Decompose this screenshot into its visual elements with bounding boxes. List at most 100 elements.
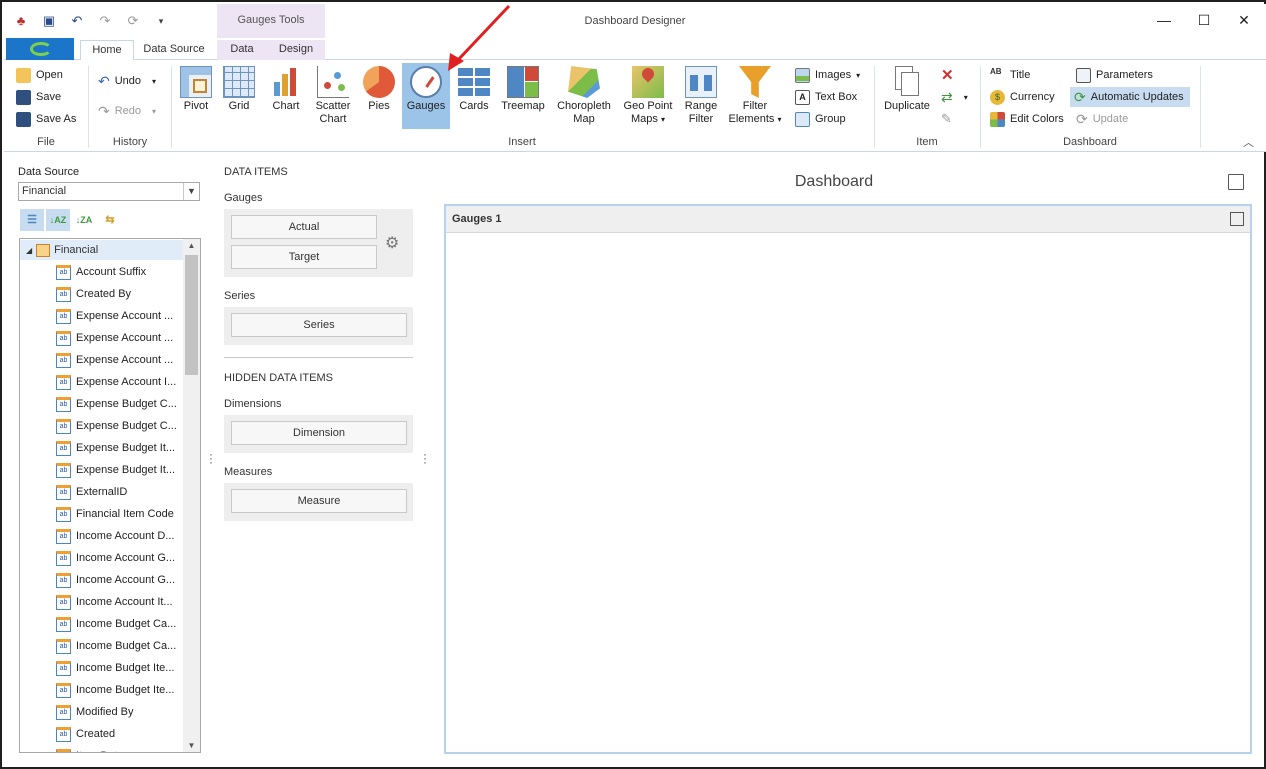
scatter-chart-button[interactable]: Scatter Chart — [310, 63, 356, 129]
images-label: Images — [815, 69, 852, 81]
update-button[interactable]: ⟳ Update — [1076, 109, 1128, 129]
edit-colors-button[interactable]: Edit Colors — [990, 109, 1064, 129]
sort-ascending-icon[interactable]: ↓AZ — [46, 209, 70, 231]
pie-icon — [363, 66, 395, 98]
tree-root-financial[interactable]: ◢ Financial — [20, 240, 184, 260]
undo-button[interactable]: ↶ Undo ▾ — [98, 71, 156, 91]
target-data-item[interactable]: Target — [231, 245, 377, 269]
tree-field-item[interactable]: ab Expense Account I... — [56, 372, 182, 392]
tree-field-item[interactable]: ab Expense Budget C... — [56, 416, 182, 436]
export-icon[interactable] — [1230, 212, 1244, 226]
group-by-type-icon[interactable]: ☰ — [20, 209, 44, 231]
refresh-fields-icon[interactable]: ⇆ — [98, 209, 122, 231]
close-icon[interactable]: ✕ — [1236, 12, 1252, 29]
open-button[interactable]: Open — [16, 65, 63, 85]
string-field-icon: ab — [56, 594, 71, 610]
collapse-icon[interactable]: ◢ — [26, 246, 32, 255]
range-filter-button[interactable]: Range Filter — [680, 63, 722, 129]
automatic-updates-toggle[interactable]: ⟳ Automatic Updates — [1070, 87, 1190, 107]
tree-field-item[interactable]: ab Income Account D... — [56, 526, 182, 546]
tree-field-item[interactable]: ab Income Budget Ite... — [56, 680, 182, 700]
data-source-select[interactable]: Financial ▼ — [18, 182, 200, 201]
filter-label-2: Elements — [728, 113, 775, 125]
title-button[interactable]: AB Title — [990, 65, 1030, 85]
text-box-button[interactable]: A Text Box — [795, 87, 857, 107]
save-as-button[interactable]: Save As — [16, 109, 76, 129]
delete-button[interactable]: ✕ — [941, 65, 954, 85]
tree-field-item[interactable]: ab Account Suffix — [56, 262, 182, 282]
dashboard-item-header: Gauges 1 — [446, 206, 1250, 233]
file-tab[interactable] — [6, 38, 74, 60]
tree-field-item[interactable]: ab Expense Budget It... — [56, 460, 182, 480]
chart-button[interactable]: Chart — [266, 63, 306, 129]
pies-button[interactable]: Pies — [360, 63, 398, 129]
tree-field-item[interactable]: ab Income Account G... — [56, 548, 182, 568]
app-title: Dashboard Designer — [584, 15, 686, 27]
group-separator — [874, 66, 875, 148]
gear-icon[interactable]: ⚙ — [385, 233, 399, 253]
tree-field-item[interactable]: ab Expense Account ... — [56, 328, 182, 348]
tree-field-item[interactable]: ab Item Date — [56, 746, 182, 752]
tree-field-item[interactable]: ab Expense Account ... — [56, 350, 182, 370]
splitter-handle[interactable]: · · · — [208, 448, 214, 468]
series-data-item[interactable]: Series — [231, 313, 407, 337]
tree-field-item[interactable]: ab Income Account G... — [56, 570, 182, 590]
eraser-icon: ✎ — [941, 111, 952, 126]
minimize-icon[interactable]: — — [1156, 12, 1172, 29]
tree-field-item[interactable]: ab Created By — [56, 284, 182, 304]
save-button[interactable]: Save — [16, 87, 61, 107]
redo-label: Redo — [114, 105, 142, 117]
tree-field-item[interactable]: ab Created — [56, 724, 182, 744]
tab-home[interactable]: Home — [80, 40, 134, 61]
geo-point-maps-button[interactable]: Geo Point Maps ▾ — [620, 63, 676, 129]
treemap-button[interactable]: Treemap — [498, 63, 548, 129]
tree-field-label: Income Budget Ite... — [76, 684, 175, 696]
tree-field-item[interactable]: ab Income Budget Ca... — [56, 636, 182, 656]
gauges-label: Gauges — [406, 100, 446, 112]
tree-field-item[interactable]: ab Modified By — [56, 702, 182, 722]
collapse-ribbon-icon[interactable]: ︿ — [1243, 134, 1254, 150]
tab-data[interactable]: Data — [217, 40, 267, 61]
tree-field-item[interactable]: ab Income Budget Ca... — [56, 614, 182, 634]
cards-button[interactable]: Cards — [455, 63, 493, 129]
tree-field-item[interactable]: ab Expense Budget It... — [56, 438, 182, 458]
export-icon[interactable] — [1228, 174, 1244, 190]
group-button[interactable]: Group — [795, 109, 846, 129]
clear-button[interactable]: ✎ — [941, 109, 952, 129]
filter-elements-button[interactable]: Filter Elements ▾ — [726, 63, 784, 129]
scroll-down-icon[interactable]: ▼ — [183, 741, 200, 750]
redo-button[interactable]: ↷ Redo ▾ — [98, 101, 156, 121]
actual-data-item[interactable]: Actual — [231, 215, 377, 239]
tree-field-item[interactable]: ab Expense Budget C... — [56, 394, 182, 414]
scrollbar-thumb[interactable] — [185, 255, 198, 375]
sort-descending-icon[interactable]: ↓ZA — [72, 209, 96, 231]
field-list-toolbar: ☰ ↓AZ ↓ZA ⇆ — [20, 209, 122, 231]
gauges-button[interactable]: Gauges — [402, 63, 450, 129]
tree-field-item[interactable]: ab Expense Account ... — [56, 306, 182, 326]
images-button[interactable]: Images ▾ — [795, 65, 860, 85]
measure-data-item[interactable]: Measure — [231, 489, 407, 513]
currency-button[interactable]: $ Currency — [990, 87, 1055, 107]
tab-design[interactable]: Design — [267, 40, 325, 61]
tree-field-item[interactable]: ab ExternalID — [56, 482, 182, 502]
convert-button[interactable]: ⇄ ▾ — [941, 87, 968, 107]
parameters-button[interactable]: Parameters — [1076, 65, 1153, 85]
scroll-up-icon[interactable]: ▲ — [183, 241, 200, 250]
tree-field-item[interactable]: ab Income Budget Ite... — [56, 658, 182, 678]
group-separator — [88, 66, 89, 148]
choropleth-map-button[interactable]: Choropleth Map — [554, 63, 614, 129]
maximize-icon[interactable]: ☐ — [1196, 12, 1212, 29]
pivot-button[interactable]: Pivot — [177, 63, 215, 129]
tab-data-source[interactable]: Data Source — [138, 40, 210, 61]
gauges-dashboard-item[interactable]: Gauges 1 — [444, 204, 1252, 754]
tree-field-item[interactable]: ab Financial Item Code — [56, 504, 182, 524]
tree-field-label: Income Account G... — [76, 552, 176, 564]
grid-button[interactable]: Grid — [220, 63, 258, 129]
group-file-label: File — [37, 136, 55, 148]
chevron-down-icon[interactable]: ▼ — [183, 183, 199, 200]
splitter-handle[interactable]: · · · — [422, 448, 428, 468]
dimension-data-item[interactable]: Dimension — [231, 421, 407, 445]
tree-scrollbar[interactable]: ▲ ▼ — [183, 239, 200, 752]
tree-field-item[interactable]: ab Income Account It... — [56, 592, 182, 612]
duplicate-button[interactable]: Duplicate — [880, 63, 934, 129]
